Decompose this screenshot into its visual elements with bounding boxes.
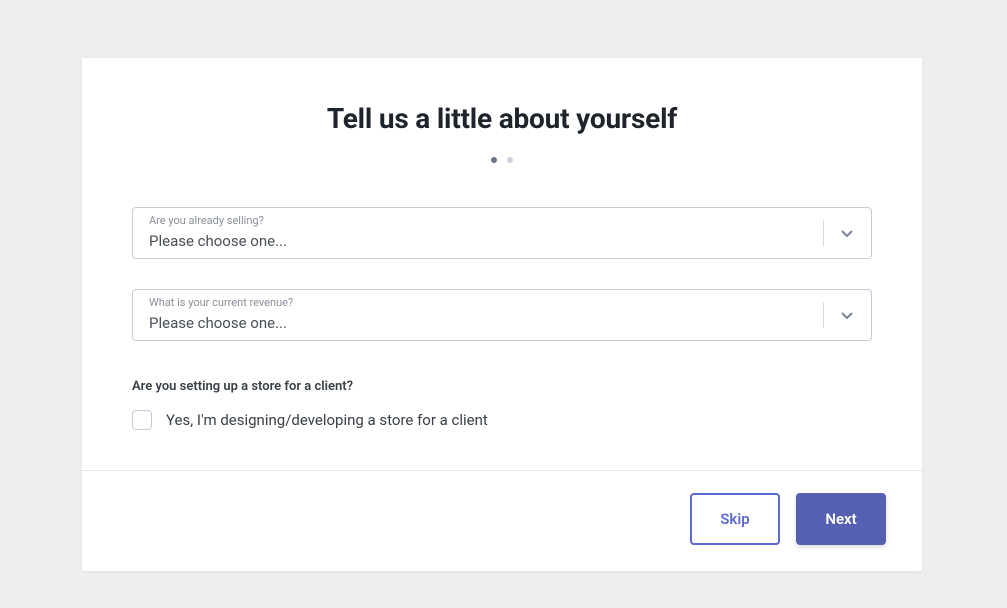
onboarding-card: Tell us a little about yourself Are you … [82,58,922,571]
already-selling-select[interactable]: Are you already selling? Please choose o… [132,207,872,259]
page-title: Tell us a little about yourself [132,102,872,135]
card-body: Tell us a little about yourself Are you … [82,58,922,470]
client-checkbox-label[interactable]: Yes, I'm designing/developing a store fo… [166,411,488,429]
current-revenue-value: Please choose one... [149,314,287,332]
client-checkbox-row: Yes, I'm designing/developing a store fo… [132,410,872,430]
already-selling-label: Are you already selling? [149,214,264,227]
chevron-down-icon [839,225,855,241]
next-button[interactable]: Next [796,493,886,545]
current-revenue-chevron-wrap [823,290,871,340]
divider [823,302,824,328]
chevron-down-icon [839,307,855,323]
card-footer: Skip Next [82,470,922,571]
client-question-label: Are you setting up a store for a client? [132,379,872,394]
current-revenue-select[interactable]: What is your current revenue? Please cho… [132,289,872,341]
skip-button[interactable]: Skip [690,493,780,545]
already-selling-chevron-wrap [823,208,871,258]
pager-dot-2 [507,157,513,163]
step-pager [132,157,872,163]
current-revenue-label: What is your current revenue? [149,296,293,309]
client-checkbox[interactable] [132,410,152,430]
pager-dot-1 [491,157,497,163]
already-selling-value: Please choose one... [149,232,287,250]
divider [823,220,824,246]
